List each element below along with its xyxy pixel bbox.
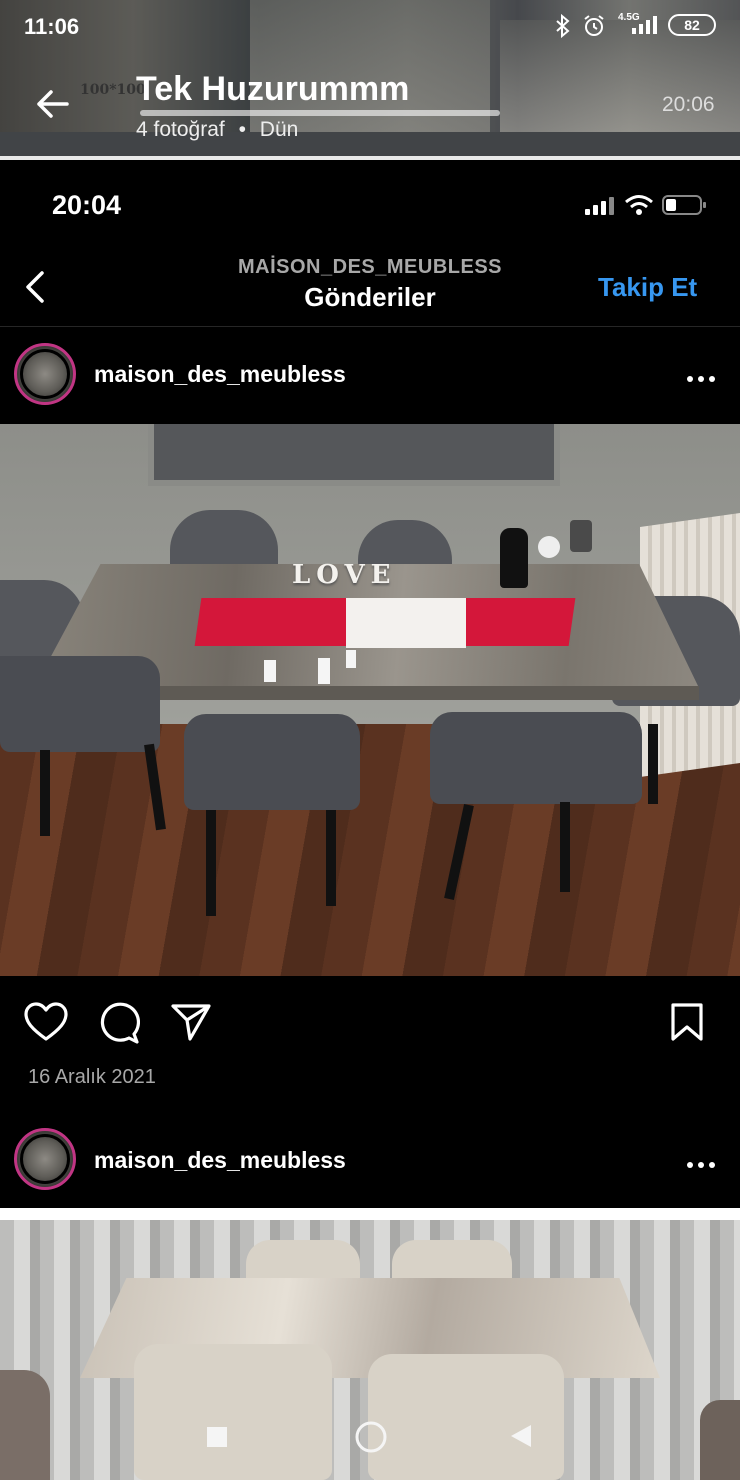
- story-title: Tek Huzurummm: [136, 70, 410, 108]
- alarm-icon: [582, 14, 606, 43]
- nav-circle-icon[interactable]: [354, 1420, 388, 1459]
- post-photo[interactable]: LOVE: [0, 424, 740, 976]
- signal-icon: [584, 196, 616, 221]
- back-arrow-icon[interactable]: [34, 86, 70, 127]
- nav-square-icon[interactable]: [206, 1426, 228, 1453]
- story-progress: [140, 110, 500, 116]
- story-photo-count: 4 fotoğraf: [136, 118, 225, 141]
- story-time: 20:06: [662, 93, 715, 116]
- battery-level: 82: [684, 17, 700, 33]
- wifi-icon: [624, 194, 654, 221]
- post-username[interactable]: maison_des_meubless: [94, 1147, 346, 1174]
- header-divider: [0, 326, 740, 327]
- heart-icon[interactable]: [24, 1002, 68, 1047]
- comment-icon[interactable]: [98, 1002, 141, 1049]
- signal-icon: [630, 14, 660, 41]
- story-subtitle: 4 fotoğraf • Dün: [136, 118, 298, 142]
- divider: [0, 1208, 740, 1220]
- inner-status-time: 20:04: [52, 190, 122, 220]
- bookmark-icon[interactable]: [670, 1002, 704, 1047]
- follow-button[interactable]: Takip Et: [598, 272, 697, 303]
- status-time: 11:06: [24, 14, 80, 39]
- divider: [0, 156, 740, 160]
- bluetooth-icon: [554, 13, 572, 43]
- avatar[interactable]: [14, 1128, 76, 1190]
- more-icon[interactable]: [686, 1156, 716, 1174]
- love-decor: LOVE: [292, 560, 397, 590]
- post-username[interactable]: maison_des_meubless: [94, 361, 346, 388]
- more-icon[interactable]: [686, 370, 716, 388]
- story-separator: •: [238, 118, 246, 141]
- post-date: 16 Aralık 2021: [28, 1066, 156, 1088]
- story-when: Dün: [259, 118, 299, 141]
- table-runner: [194, 598, 356, 646]
- battery-icon: [662, 195, 706, 215]
- nav-back-icon[interactable]: [510, 1424, 532, 1453]
- avatar[interactable]: [14, 343, 76, 405]
- send-icon[interactable]: [170, 1002, 212, 1047]
- battery-icon: 82: [668, 14, 716, 36]
